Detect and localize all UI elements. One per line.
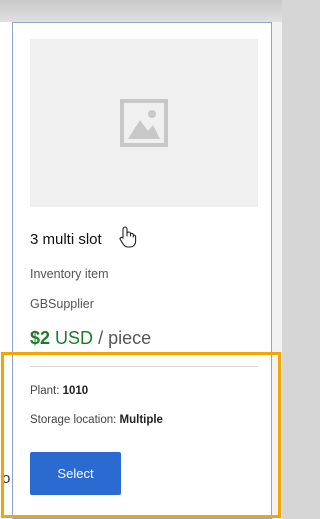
plant-label: Plant: (30, 385, 63, 397)
divider (30, 366, 258, 367)
product-type: Inventory item (30, 267, 109, 281)
right-panel-edge (272, 22, 282, 519)
price-currency: USD (55, 328, 94, 348)
select-button[interactable]: Select (30, 452, 121, 495)
product-image-placeholder (30, 39, 258, 207)
storage-location-row: Storage location: Multiple (30, 414, 163, 426)
top-shade (0, 0, 282, 22)
product-card[interactable]: 3 multi slot Inventory item GBSupplier $… (12, 22, 272, 519)
left-panel-edge (0, 22, 12, 519)
price-amount: $2 (30, 328, 51, 348)
plant-value: 1010 (62, 385, 89, 397)
price: $2 USD / piece (30, 328, 151, 349)
price-unit: / piece (98, 328, 152, 348)
plant-row: Plant: 1010 (30, 385, 88, 397)
product-title[interactable]: 3 multi slot (30, 231, 102, 248)
hand-pointer-icon (119, 226, 137, 253)
image-icon (120, 99, 168, 147)
supplier-name: GBSupplier (30, 297, 94, 311)
edge-text: o (2, 470, 11, 487)
storage-location-label: Storage location: (30, 414, 120, 426)
storage-location-value: Multiple (119, 414, 163, 426)
